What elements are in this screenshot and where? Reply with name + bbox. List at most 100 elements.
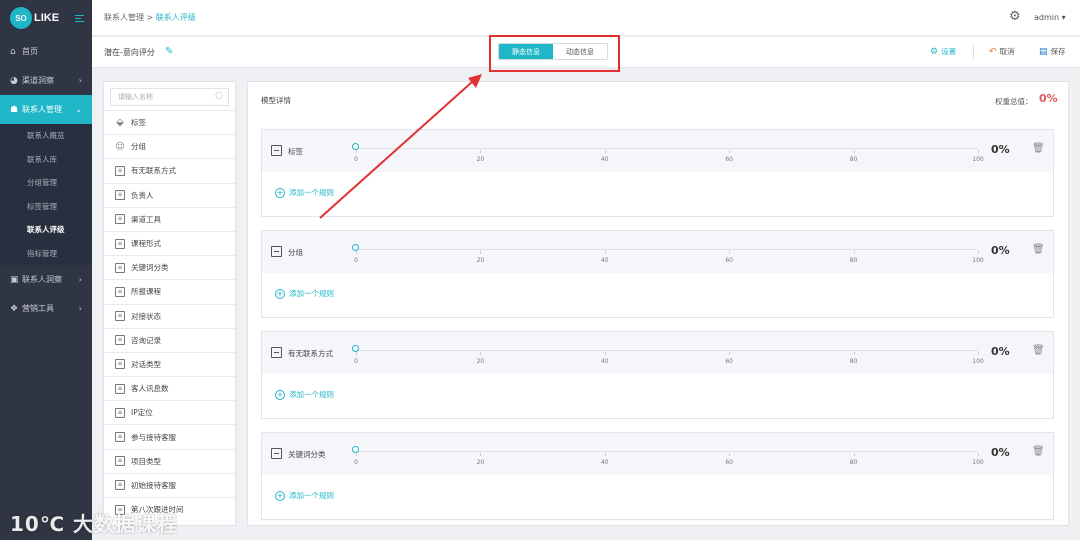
collapse-icon[interactable] [271,145,282,156]
trash-icon[interactable]: 🗑 [1032,345,1045,356]
field-list-item[interactable]: ≡ 客人讯息数 [104,376,235,400]
menu-toggle-icon[interactable] [75,14,85,22]
cancel-button[interactable]: ↶ 取消 [989,46,1015,57]
field-list-item[interactable]: ≡ 项目类型 [104,448,235,473]
slider-tick-label: 20 [476,459,485,466]
chevron-right-icon: › [78,76,82,85]
field-icon: ≡ [115,407,125,418]
add-rule-button[interactable]: + 添加一个规则 [275,490,334,501]
field-list-item[interactable]: ☺ 分组 [104,134,235,158]
weight-slider-track[interactable] [356,148,978,149]
slider-tick [356,150,357,153]
plus-circle-icon: + [275,288,285,299]
slider-tick-label: 20 [476,358,485,365]
logo: SO LIKE [0,0,92,36]
rule-block-name: 标签 [288,147,303,156]
add-rule-button[interactable]: + 添加一个规则 [275,187,334,198]
field-list-item[interactable]: ≡ 对接状态 [104,303,235,328]
breadcrumb-separator: > [144,13,156,22]
weight-total-label: 权重总值： [995,97,1033,106]
rule-block: 分组 0 20 40 60 80 100 0% 🗑 + 添加一个规则 [261,230,1054,318]
field-list-item[interactable]: ≡ 初始接待客服 [104,472,235,497]
sidebar-item-label: 营销工具 [22,304,54,313]
slider-tick-label: 0 [354,459,358,466]
field-list-item-label: 客人讯息数 [131,384,169,394]
chevron-down-icon: ⌄ [75,105,82,114]
field-list-item[interactable]: ≡ 咨询记录 [104,327,235,352]
sidebar-subitem-rating[interactable]: 联系人评级 [0,218,92,242]
search-input[interactable]: 请输入名称 ○ [110,88,229,106]
field-list-item[interactable]: ≡ 所报课程 [104,279,235,303]
trash-icon[interactable]: 🗑 [1032,244,1045,255]
sidebar-item-channel-insight[interactable]: ◕ 渠道洞察 › [0,66,92,95]
sidebar-item-label: 联系人洞察 [22,275,62,284]
sidebar-subitem-tags[interactable]: 标签管理 [0,194,92,218]
sidebar-item-marketing-tools[interactable]: ❖ 营销工具 › [0,294,92,323]
plus-circle-icon: + [275,187,285,198]
model-detail-panel: 模型详情 权重总值： 0% 标签 0 20 40 60 80 100 0% 🗑 + 添加一个规则 分组… [247,81,1069,526]
field-list-item[interactable]: ≡ 负责人 [104,182,235,207]
weight-slider-handle[interactable] [352,345,359,352]
sidebar-subitem-library[interactable]: 联系人库 [0,147,92,171]
rule-block-header: 关键词分类 0 20 40 60 80 100 0% 🗑 [262,433,1053,475]
weight-slider-handle[interactable] [352,244,359,251]
slider-tick-label: 60 [725,257,734,264]
field-list-item[interactable]: ≡ 课程形式 [104,230,235,255]
user-menu[interactable]: admin ▾ [1034,13,1066,22]
field-list-item[interactable]: ≡ 参与接待客服 [104,424,235,448]
field-list-item[interactable]: ≡ 对话类型 [104,351,235,376]
collapse-icon[interactable] [271,448,282,459]
sidebar-subitem-groups[interactable]: 分组管理 [0,171,92,195]
slider-tick [729,352,731,355]
weight-slider-track[interactable] [356,451,978,452]
field-list-item-label: 所报课程 [131,287,161,297]
sidebar-item-home[interactable]: ⌂ 首页 [0,37,92,66]
search-icon[interactable]: ○ [215,91,223,101]
watermark: 10℃ 大数据课程 [10,512,179,536]
field-icon: ≡ [115,311,125,322]
trash-icon[interactable]: 🗑 [1032,446,1045,457]
add-rule-button[interactable]: + 添加一个规则 [275,288,334,299]
sidebar-subitem-metrics[interactable]: 指标管理 [0,241,92,265]
collapse-icon[interactable] [271,347,282,358]
collapse-icon[interactable] [271,246,282,257]
sidebar-item-label: 首页 [22,47,38,56]
settings-button[interactable]: ⚙ 设置 [930,46,956,57]
field-list-item-label: 对话类型 [131,359,161,369]
highlight-box [489,35,620,72]
sidebar-item-contact-management[interactable]: ☗ 联系人管理 ⌄ [0,95,92,124]
add-rule-label: 添加一个规则 [289,289,334,298]
field-list-item[interactable]: ≡ IP定位 [104,400,235,424]
slider-tick-label: 100 [972,156,984,163]
slider-tick-label: 100 [972,257,984,264]
rule-block-header: 分组 0 20 40 60 80 100 0% 🗑 [262,231,1053,273]
field-list-item-label: 关键词分类 [131,263,169,273]
search-placeholder: 请输入名称 [118,93,153,101]
sidebar-subitem-overview[interactable]: 联系人概览 [0,124,92,148]
sidebar-item-contact-insight[interactable]: ▣ 联系人洞察 › [0,265,92,294]
weight-slider-handle[interactable] [352,143,359,150]
model-name: 潜在-意向评分 [104,48,155,57]
field-list-item-label: 标签 [131,118,146,128]
slider-tick [853,352,855,355]
weight-slider-handle[interactable] [352,446,359,453]
field-list-item[interactable]: ≡ 有无联系方式 [104,158,235,182]
gear-icon[interactable]: ⚙ [1009,10,1023,24]
trash-icon[interactable]: 🗑 [1032,143,1045,154]
field-list-item[interactable]: ≡ 渠道工具 [104,206,235,231]
slider-tick [729,150,731,153]
weight-slider-track[interactable] [356,249,978,250]
home-icon: ⌂ [10,46,16,57]
slider-tick [729,251,731,254]
rule-block-name: 有无联系方式 [288,349,333,358]
field-icon: ≡ [115,480,125,491]
slider-tick [480,251,482,254]
breadcrumb-parent[interactable]: 联系人管理 [104,13,144,22]
edit-icon[interactable]: ✎ [165,46,173,57]
field-list-item[interactable]: ≡ 关键词分类 [104,255,235,279]
slider-tick [604,352,606,355]
field-list-item[interactable]: ⬙ 标签 [104,110,235,134]
add-rule-button[interactable]: + 添加一个规则 [275,389,334,400]
weight-slider-track[interactable] [356,350,978,351]
save-button[interactable]: ▤ 保存 [1039,46,1066,57]
